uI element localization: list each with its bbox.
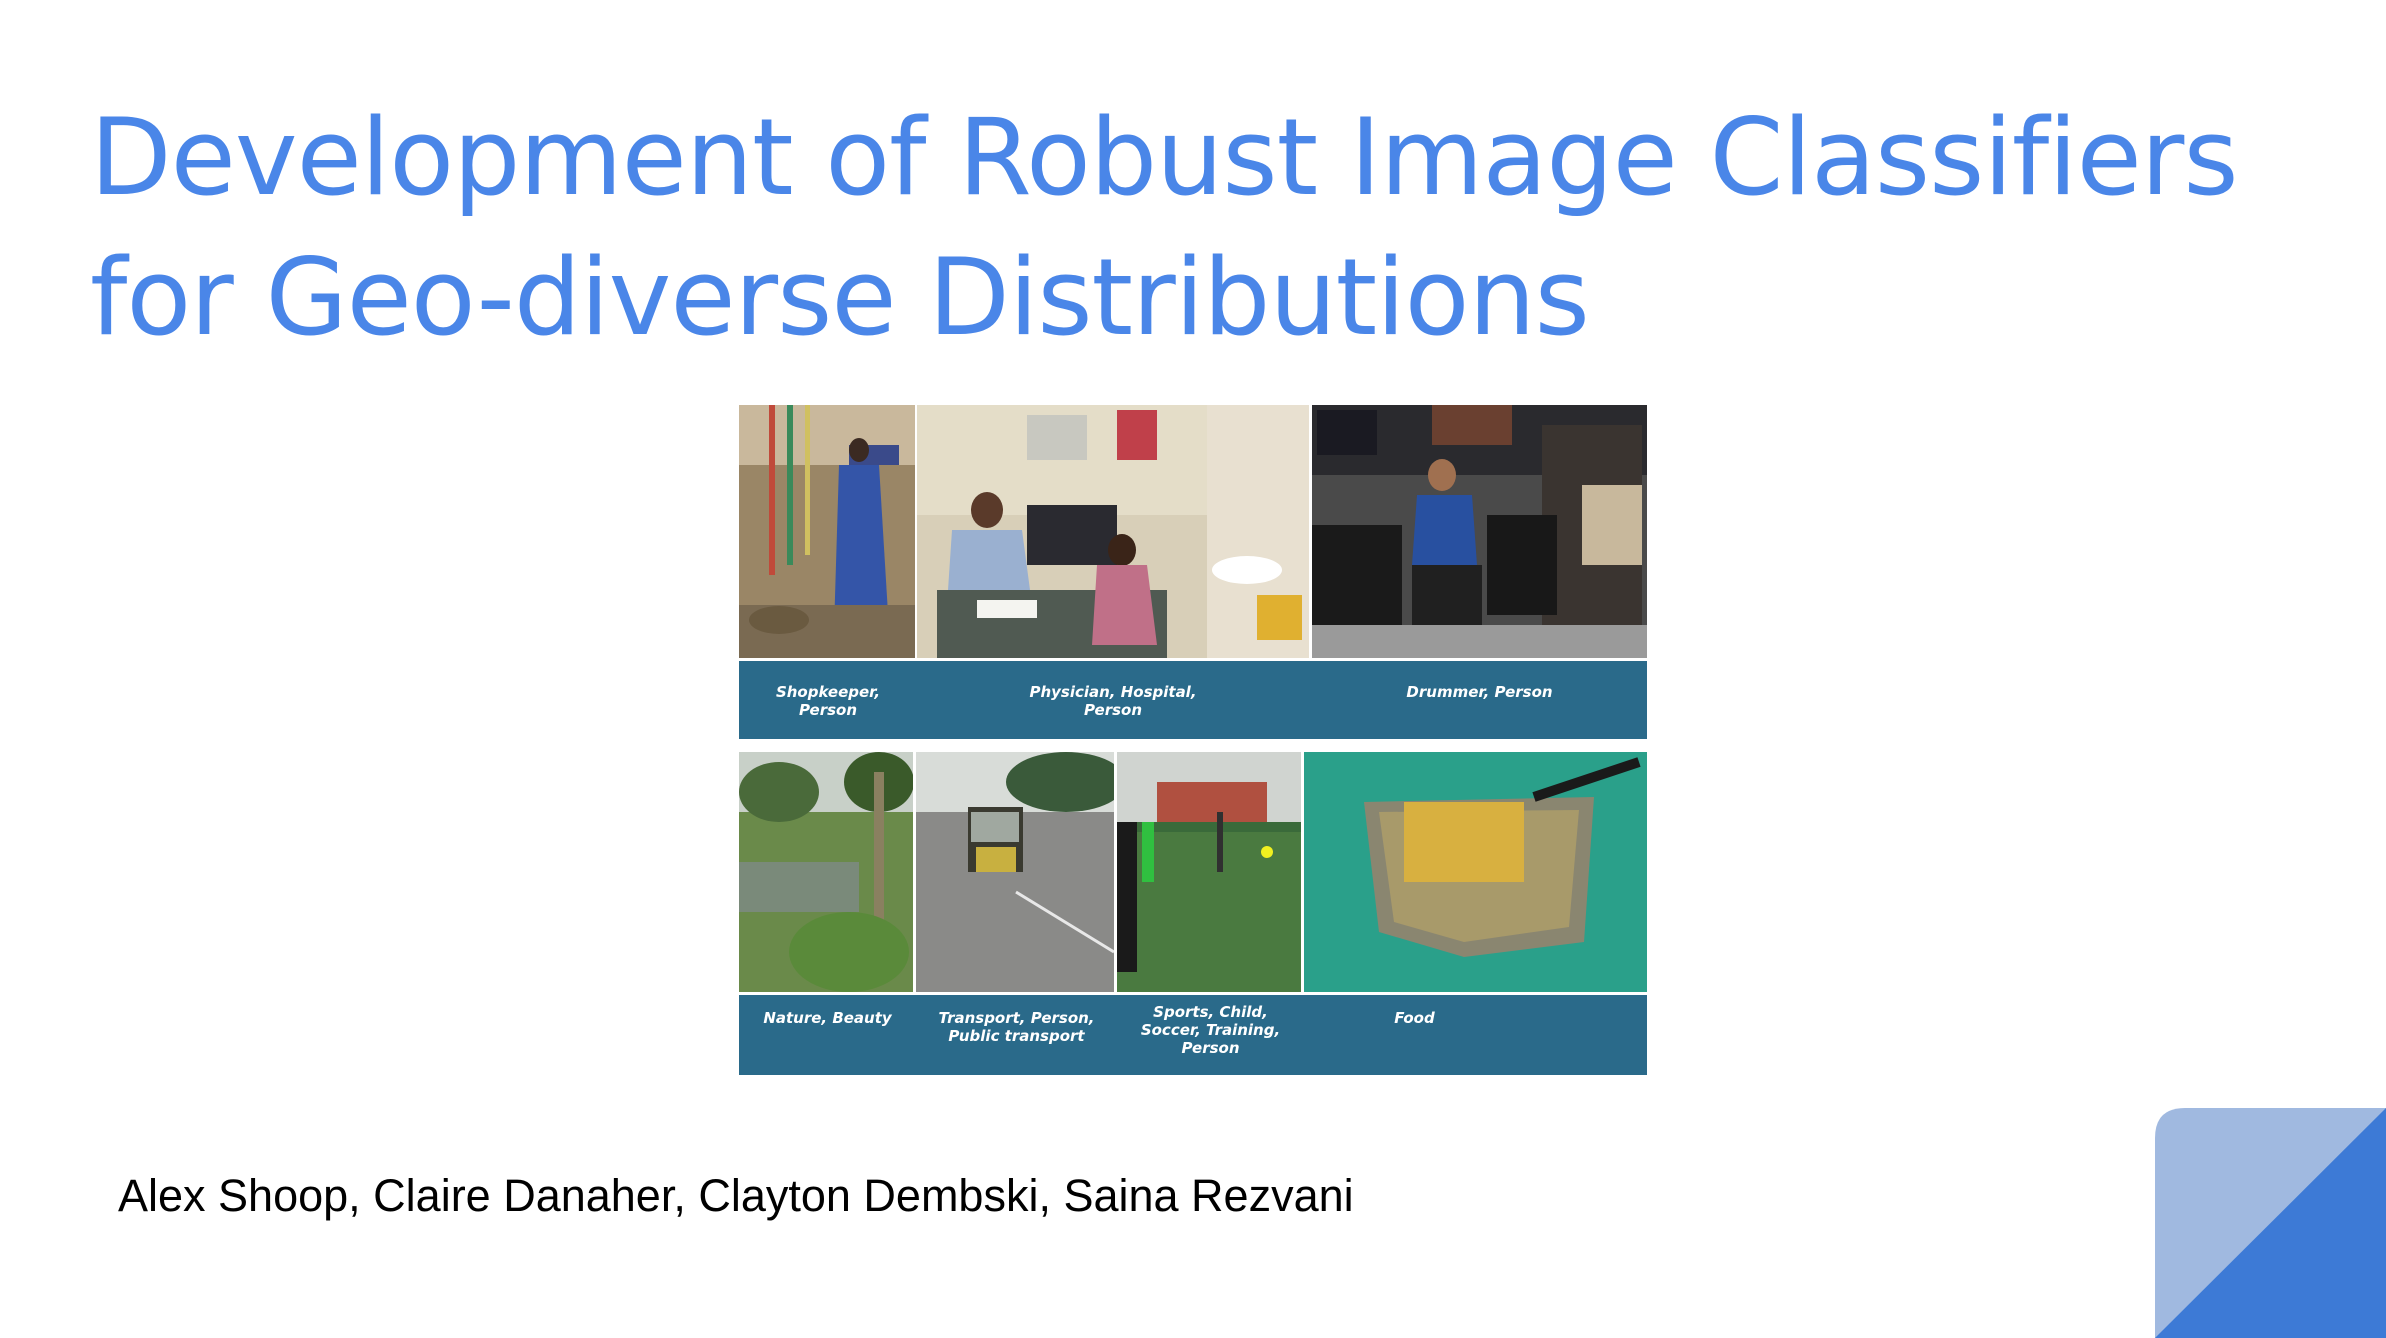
caption-sports: Sports, Child, Soccer, Training, Person: [1140, 1003, 1281, 1057]
author-list: Alex Shoop, Claire Danaher, Clayton Demb…: [118, 1170, 1354, 1221]
caption-drummer: Drummer, Person: [1406, 683, 1553, 701]
photo-shopkeeper: [739, 405, 915, 658]
caption-shopkeeper: Shopkeeper, Person: [775, 683, 881, 719]
title-line-2: for Geo-diverse Distributions: [90, 236, 1590, 359]
caption-food: Food: [1394, 1009, 1435, 1027]
title-line-1: Development of Robust Image Classifiers: [90, 96, 2239, 219]
photo-nature: [739, 752, 913, 992]
corner-decoration: [2155, 1108, 2386, 1338]
figure-top-row: Shopkeeper, Person Physician, Hospital, …: [739, 405, 1647, 739]
figure-bottom-row: Nature, Beauty Transport, Person, Public…: [739, 752, 1647, 1075]
photo-sports: [1117, 752, 1301, 992]
photo-transport: [916, 752, 1114, 992]
caption-nature: Nature, Beauty: [763, 1009, 892, 1027]
photo-food: [1304, 752, 1647, 992]
photo-drummer: [1312, 405, 1647, 658]
caption-transport: Transport, Person, Public transport: [938, 1009, 1095, 1045]
caption-physician: Physician, Hospital, Person: [1029, 683, 1197, 719]
example-images-figure: Shopkeeper, Person Physician, Hospital, …: [739, 405, 1647, 1075]
slide-title: Development of Robust Image Classifiers …: [90, 88, 2330, 368]
photo-physician: [917, 405, 1309, 658]
top-caption-bar: Shopkeeper, Person Physician, Hospital, …: [739, 661, 1647, 739]
bottom-caption-bar: Nature, Beauty Transport, Person, Public…: [739, 995, 1647, 1075]
